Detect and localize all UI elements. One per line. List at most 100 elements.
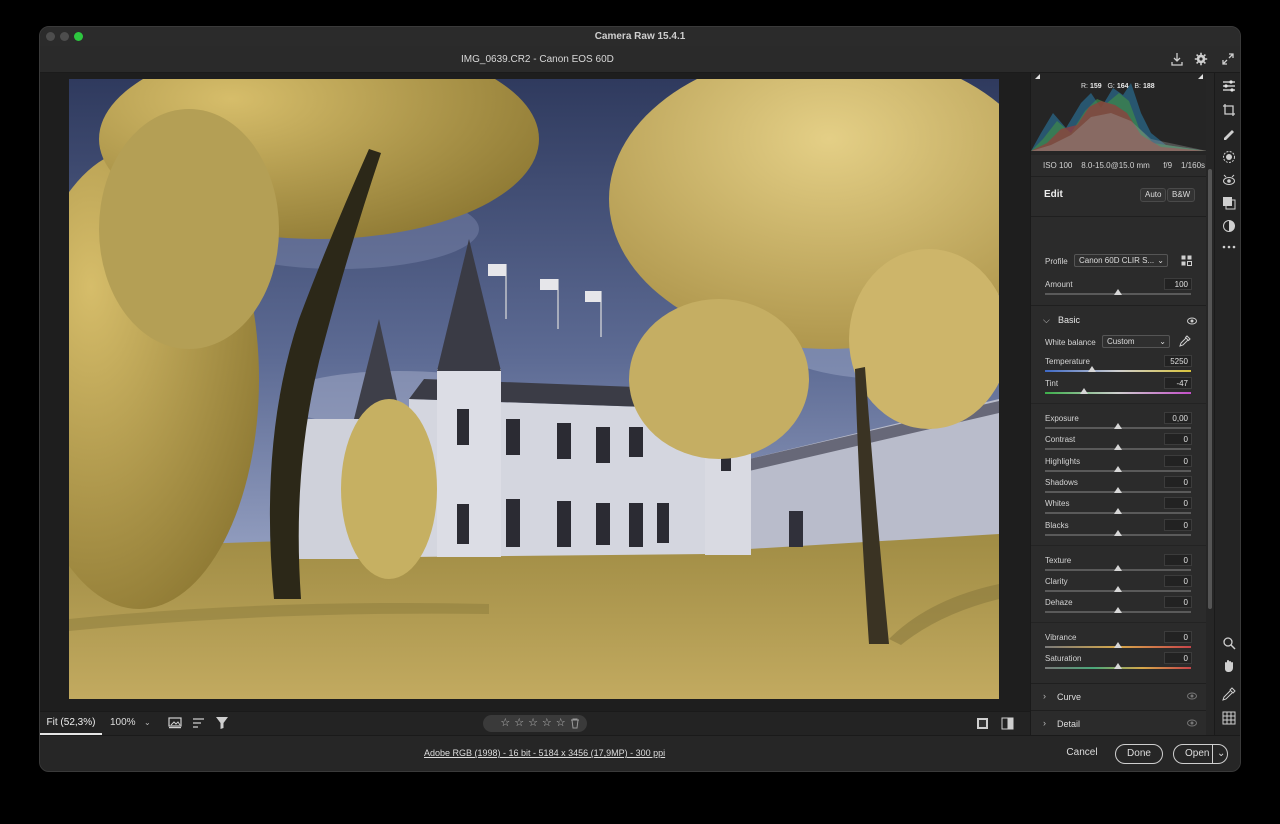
eye-icon[interactable] xyxy=(1187,719,1197,729)
tint-slider[interactable] xyxy=(1045,388,1191,394)
exposure-slider[interactable] xyxy=(1045,423,1191,429)
auto-button[interactable]: Auto xyxy=(1140,188,1167,202)
scrollbar-thumb[interactable] xyxy=(1208,169,1212,609)
filmstrip-icon[interactable] xyxy=(168,717,182,729)
slider-thumb[interactable] xyxy=(1087,366,1096,372)
section-curve[interactable]: › Curve xyxy=(1031,683,1206,710)
highlights-value[interactable]: 0 xyxy=(1164,455,1192,467)
minimize-window-button[interactable] xyxy=(60,32,69,41)
zoom-100-tab[interactable]: 100% xyxy=(110,712,136,735)
done-button[interactable]: Done xyxy=(1115,744,1163,764)
slider-thumb[interactable] xyxy=(1114,586,1122,592)
saturation-slider[interactable] xyxy=(1045,663,1191,669)
panel-scrollbar[interactable] xyxy=(1206,73,1214,735)
texture-slider[interactable] xyxy=(1045,565,1191,571)
open-dropdown-chevron-icon[interactable]: ⌄ xyxy=(1212,745,1225,763)
chevron-down-icon[interactable]: ⌵ xyxy=(1043,315,1050,326)
texture-value[interactable]: 0 xyxy=(1164,554,1192,566)
shadows-slider[interactable] xyxy=(1045,487,1191,493)
zoom-tool-icon[interactable] xyxy=(1222,636,1236,650)
slider-thumb[interactable] xyxy=(1114,530,1122,536)
chevron-down-icon: ⌄ xyxy=(1157,256,1164,265)
section-detail[interactable]: › Detail xyxy=(1031,710,1206,735)
whites-slider[interactable] xyxy=(1045,508,1191,514)
blacks-label: Blacks xyxy=(1045,521,1069,530)
bw-button[interactable]: B&W xyxy=(1167,188,1196,202)
edit-sliders-icon[interactable] xyxy=(1222,79,1236,93)
slider-thumb[interactable] xyxy=(1114,466,1122,472)
temperature-value[interactable]: 5250 xyxy=(1164,355,1192,367)
slider-thumb[interactable] xyxy=(1114,289,1122,295)
workflow-options-link[interactable]: Adobe RGB (1998) - 16 bit - 5184 x 3456 … xyxy=(424,748,665,758)
open-button[interactable]: Open ⌄ xyxy=(1173,744,1228,764)
slider-thumb[interactable] xyxy=(1114,487,1122,493)
eyedropper-icon[interactable] xyxy=(1179,335,1191,347)
dehaze-slider[interactable] xyxy=(1045,607,1191,613)
healing-brush-icon[interactable] xyxy=(1222,126,1236,140)
blacks-slider[interactable] xyxy=(1045,530,1191,536)
color-sampler-icon[interactable] xyxy=(1222,687,1236,701)
red-eye-icon[interactable] xyxy=(1222,173,1236,187)
white-balance-dropdown[interactable]: Custom ⌄ xyxy=(1102,335,1170,348)
slider-thumb[interactable] xyxy=(1114,642,1122,648)
image-canvas[interactable] xyxy=(40,73,1030,711)
fullscreen-icon[interactable] xyxy=(1221,52,1235,66)
hand-tool-icon[interactable] xyxy=(1222,659,1236,673)
before-after-icon[interactable] xyxy=(1001,717,1014,730)
amount-slider[interactable] xyxy=(1045,289,1191,295)
clarity-slider[interactable] xyxy=(1045,586,1191,592)
blacks-value[interactable]: 0 xyxy=(1164,519,1192,531)
photo-preview[interactable] xyxy=(69,79,999,699)
temperature-slider[interactable] xyxy=(1045,366,1191,372)
contrast-label: Contrast xyxy=(1045,435,1076,444)
slider-thumb[interactable] xyxy=(1080,388,1089,394)
eye-icon[interactable] xyxy=(1187,316,1197,325)
chevron-right-icon: › xyxy=(1043,718,1046,728)
gear-icon[interactable] xyxy=(1194,52,1208,66)
divider xyxy=(1031,545,1206,546)
more-icon[interactable] xyxy=(1222,240,1236,254)
slider-thumb[interactable] xyxy=(1114,565,1122,571)
slider-thumb[interactable] xyxy=(1114,508,1122,514)
filter-icon[interactable] xyxy=(215,716,229,730)
file-name: IMG_0639.CR2 - Canon EOS 60D xyxy=(461,54,614,65)
whites-value[interactable]: 0 xyxy=(1164,497,1192,509)
amount-value[interactable]: 100 xyxy=(1164,278,1192,290)
slider-thumb[interactable] xyxy=(1114,423,1122,429)
masking-icon[interactable] xyxy=(1222,150,1236,164)
contrast-value[interactable]: 0 xyxy=(1164,433,1192,445)
profile-browser-icon[interactable] xyxy=(1181,255,1192,266)
zoom-dropdown-chevron-icon[interactable]: ⌄ xyxy=(144,718,151,727)
slider-thumb[interactable] xyxy=(1114,444,1122,450)
grid-overlay-icon[interactable] xyxy=(1222,711,1236,725)
tint-value[interactable]: -47 xyxy=(1164,377,1192,389)
texture-label: Texture xyxy=(1045,556,1072,565)
section-title: Curve xyxy=(1057,692,1082,702)
save-image-icon[interactable] xyxy=(1170,52,1184,66)
saturation-value[interactable]: 0 xyxy=(1164,652,1192,664)
exposure-value[interactable]: 0,00 xyxy=(1164,412,1192,424)
crop-icon[interactable] xyxy=(1222,103,1236,117)
presets-icon[interactable] xyxy=(1222,219,1236,233)
slider-thumb[interactable] xyxy=(1114,663,1122,669)
vibrance-slider[interactable] xyxy=(1045,642,1191,648)
snapshots-icon[interactable] xyxy=(1222,196,1236,210)
close-window-button[interactable] xyxy=(46,32,55,41)
vibrance-value[interactable]: 0 xyxy=(1164,631,1192,643)
file-info-bar: IMG_0639.CR2 - Canon EOS 60D xyxy=(40,46,1240,73)
fit-zoom-tab[interactable]: Fit (52,3%) xyxy=(40,712,102,735)
contrast-slider[interactable] xyxy=(1045,444,1191,450)
clarity-value[interactable]: 0 xyxy=(1164,575,1192,587)
sort-icon[interactable] xyxy=(192,717,206,729)
highlights-slider[interactable] xyxy=(1045,466,1191,472)
cancel-button[interactable]: Cancel xyxy=(1060,744,1104,764)
profile-dropdown[interactable]: Canon 60D CLIR S... ⌄ xyxy=(1074,254,1168,267)
slider-thumb[interactable] xyxy=(1114,607,1122,613)
zoom-window-button[interactable] xyxy=(74,32,83,41)
dehaze-value[interactable]: 0 xyxy=(1164,596,1192,608)
shadows-value[interactable]: 0 xyxy=(1164,476,1192,488)
eye-icon[interactable] xyxy=(1187,692,1197,702)
trash-icon[interactable] xyxy=(570,718,580,729)
single-view-icon[interactable] xyxy=(976,717,989,730)
basic-section-title[interactable]: Basic xyxy=(1058,315,1080,325)
